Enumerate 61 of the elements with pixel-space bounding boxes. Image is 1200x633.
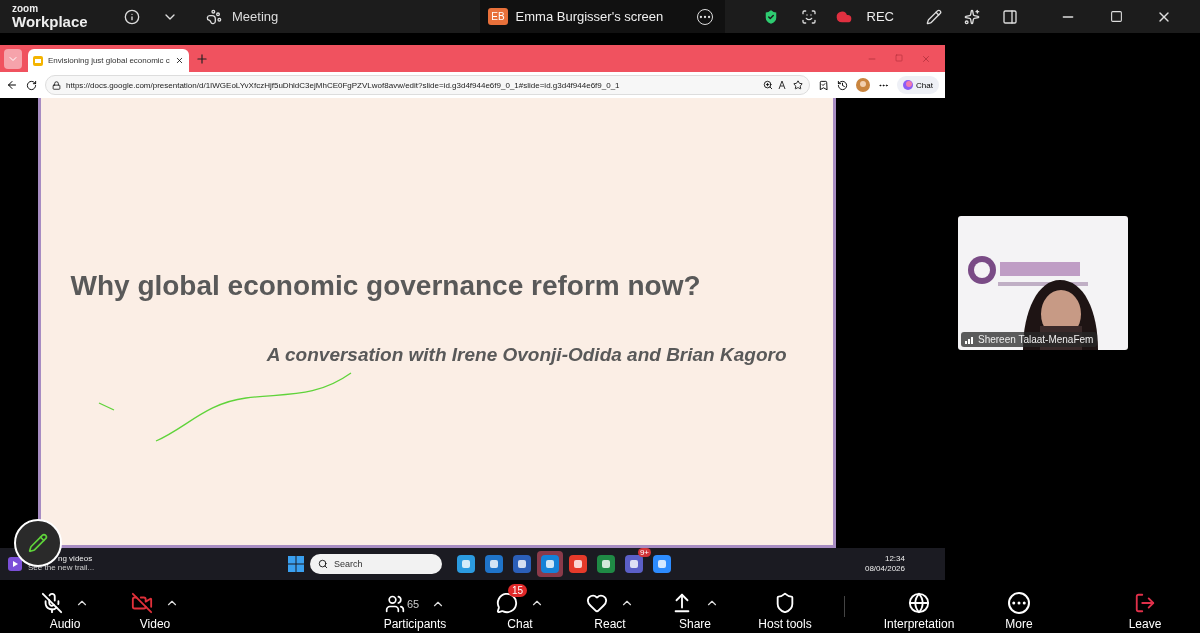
brand-label: zoom [12, 4, 40, 14]
document-icon [513, 555, 531, 573]
slide-subtitle: A conversation with Irene Ovonji-Odida and Brian Kagoro [266, 344, 787, 366]
taskbar-app[interactable] [537, 551, 563, 577]
chat-button[interactable]: Chat [897, 76, 939, 94]
zoom-icon[interactable] [763, 80, 774, 90]
new-tab-icon[interactable] [194, 51, 209, 66]
shield-icon [774, 592, 796, 614]
reload-icon[interactable] [26, 79, 37, 91]
pdf-icon [569, 555, 587, 573]
avatar[interactable] [856, 78, 871, 92]
spreadsheet-icon [597, 555, 615, 573]
leave-button[interactable]: Leave [1110, 580, 1180, 633]
search-field[interactable]: Search [310, 554, 442, 574]
browser-tab[interactable]: Envisioning just global economic c [28, 49, 189, 72]
chat-button[interactable]: 15 Chat [470, 580, 570, 633]
people-icon [384, 594, 405, 614]
heart-icon [586, 592, 608, 614]
signal-icon [965, 334, 975, 344]
share-button[interactable]: Share [650, 580, 740, 633]
mail-icon [541, 555, 559, 573]
search-icon [318, 559, 328, 569]
star-icon[interactable] [793, 80, 804, 90]
host-button[interactable]: Host tools [740, 580, 830, 633]
unread-badge: 15 [508, 584, 528, 597]
browser-icon [457, 555, 475, 573]
slide-title: Why global economic governance reform now? [70, 270, 702, 302]
close-icon[interactable] [174, 56, 184, 65]
chat-app-icon [625, 555, 643, 573]
windows-icon[interactable] [288, 556, 304, 572]
swirl-icon [903, 80, 914, 90]
back-icon[interactable] [6, 79, 18, 91]
contacts-icon [485, 555, 503, 573]
audio-button[interactable]: Audio [20, 580, 110, 633]
participant-count: 65 [406, 598, 420, 610]
notification-badge: 9+ [637, 548, 651, 557]
participant-name: Shereen Talaat-MenaFem [978, 333, 1094, 345]
meeting-label[interactable]: Meeting [232, 9, 279, 24]
clock[interactable]: 12:34 08/04/2026 [864, 553, 937, 575]
more-button[interactable]: More [979, 580, 1059, 633]
avatar-initials: EB [488, 8, 508, 25]
globe-icon [908, 592, 930, 614]
more-icon [1008, 592, 1030, 614]
video-app-icon [653, 555, 671, 573]
share-tab[interactable]: EB Emma Burgisser's screen [480, 0, 726, 33]
lock-icon [52, 80, 61, 90]
pen-icon [28, 533, 48, 553]
favorites-icon[interactable] [818, 79, 830, 91]
react-button[interactable]: React [570, 580, 650, 633]
notification-title[interactable]: ng videos [58, 555, 95, 564]
slides-icon [33, 55, 43, 66]
chat-icon [496, 592, 518, 614]
history-icon[interactable] [837, 79, 849, 91]
video-button[interactable]: Video [110, 580, 200, 633]
record-label[interactable]: REC [866, 9, 894, 24]
brand-title: Workplace [12, 14, 89, 29]
participants-button[interactable]: 65 Participants [360, 580, 470, 633]
interpretation-button[interactable]: Interpretation [859, 580, 979, 633]
video-app-icon[interactable] [8, 557, 22, 571]
address-field[interactable]: https://docs.google.com/presentation/d/1IWGEoLYvXfczHjf5uDhldC3ejMhCE0FgPZVLwof8avw/edit?slide=id.g3d4f944e6f9_0_1#slide=id.g3d4f944e6f9_0_1 [45, 75, 811, 95]
exit-icon [1134, 592, 1156, 614]
